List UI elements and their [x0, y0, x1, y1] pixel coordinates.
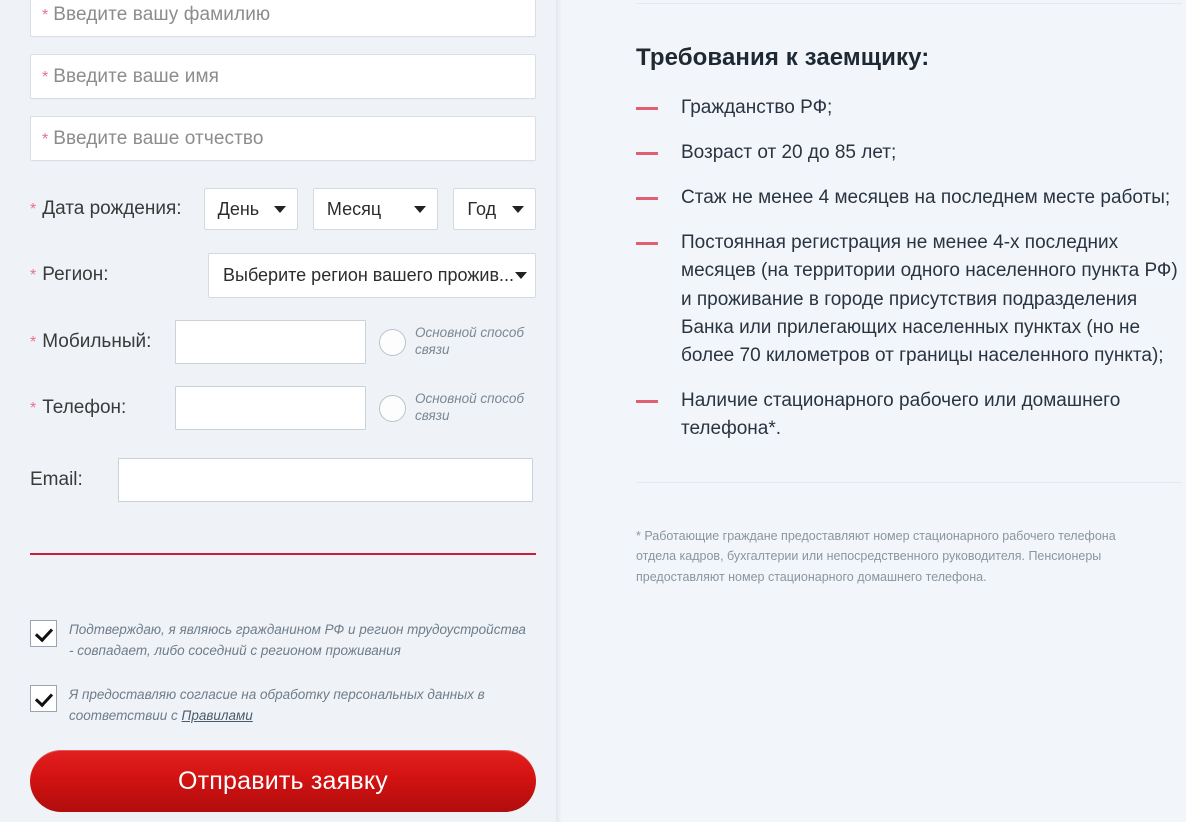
birthdate-label: * Дата рождения: [30, 198, 204, 220]
application-form-page: * Введите вашу фамилию * Введите ваше им… [0, 0, 1186, 822]
requirement-text: Постоянная регистрация не менее 4-х посл… [681, 232, 1178, 366]
mobile-label-text: Мобильный: [42, 331, 152, 352]
phone-radio-label: Основной способ связи [415, 391, 524, 423]
required-asterisk: * [30, 334, 37, 351]
requirements-title: Требования к заемщику: [636, 44, 930, 71]
region-select-value: Выберите регион вашего прожив... [223, 264, 515, 285]
mobile-radio-label: Основной способ связи [415, 325, 524, 357]
surname-placeholder: Введите вашу фамилию [53, 3, 271, 25]
birth-day-value: День [217, 198, 260, 219]
checkbox-icon[interactable] [30, 684, 57, 712]
patronymic-placeholder: Введите ваше отчество [53, 127, 264, 149]
requirements-content: Требования к заемщику: Гражданство РФ; В… [636, 0, 1182, 460]
requirement-text: Возраст от 20 до 85 лет; [681, 142, 897, 164]
email-label-text: Email: [30, 469, 83, 490]
dash-bullet-icon [636, 197, 658, 201]
required-asterisk: * [30, 201, 37, 218]
requirements-bottom-rule [636, 482, 1182, 483]
phone-input[interactable] [175, 386, 366, 430]
radio-icon[interactable] [379, 394, 406, 422]
consent-personal-data-prefix: Я предоставляю согласие на обработку пер… [69, 686, 485, 723]
form-panel: * Введите вашу фамилию * Введите ваше им… [0, 0, 560, 822]
requirement-item: Гражданство РФ; [636, 94, 1182, 122]
phone-row: * Телефон: Основной способ связи [30, 385, 536, 431]
birthdate-row: * Дата рождения: День Месяц Год [30, 181, 536, 237]
section-divider [30, 553, 536, 555]
requirements-panel: Требования к заемщику: Гражданство РФ; В… [562, 0, 1186, 822]
birth-month-select[interactable]: Месяц [312, 188, 439, 230]
birth-year-value: Год [467, 198, 497, 219]
region-label: * Регион: [30, 264, 208, 286]
region-row: * Регион: Выберите регион вашего прожив.… [30, 249, 536, 301]
form-content: * Введите вашу фамилию * Введите ваше им… [30, 0, 536, 813]
mobile-primary-contact-option[interactable]: Основной способ связи [379, 325, 525, 359]
checkbox-icon[interactable] [30, 620, 57, 647]
mobile-label: * Мобильный: [30, 331, 175, 353]
radio-icon[interactable] [379, 328, 406, 356]
email-label: Email: [30, 469, 118, 491]
region-select[interactable]: Выберите регион вашего прожив... [208, 252, 536, 298]
required-asterisk: * [30, 400, 37, 417]
mobile-input[interactable] [175, 320, 366, 364]
dash-bullet-icon [636, 152, 658, 156]
birthdate-label-text: Дата рождения: [42, 198, 182, 219]
requirement-text: Стаж не менее 4 месяцев на последнем мес… [681, 187, 1171, 209]
requirement-text: Наличие стационарного рабочего или домаш… [681, 389, 1121, 439]
chevron-down-icon [512, 205, 524, 213]
phone-label: * Телефон: [30, 397, 175, 419]
dash-bullet-icon [636, 242, 658, 246]
firstname-placeholder: Введите ваше имя [53, 65, 220, 87]
email-input[interactable] [118, 458, 533, 502]
required-asterisk: * [42, 68, 49, 86]
mobile-row: * Мобильный: Основной способ связи [30, 319, 536, 365]
patronymic-field[interactable]: * Введите ваше отчество [30, 116, 536, 161]
rules-link[interactable]: Правилами [182, 708, 253, 723]
consent-personal-data-text: Я предоставляю согласие на обработку пер… [69, 684, 529, 727]
requirement-item: Постоянная регистрация не менее 4-х посл… [636, 229, 1182, 370]
requirements-footnote: * Работающие граждане предоставляют номе… [636, 529, 1116, 584]
birth-year-select[interactable]: Год [453, 188, 536, 230]
phone-primary-contact-option[interactable]: Основной способ связи [379, 391, 525, 425]
requirement-item: Возраст от 20 до 85 лет; [636, 139, 1182, 167]
chevron-down-icon [414, 205, 427, 213]
surname-field[interactable]: * Введите вашу фамилию [30, 0, 536, 37]
chevron-down-icon [273, 205, 286, 213]
email-row: Email: [30, 457, 536, 503]
birth-month-value: Месяц [326, 198, 382, 219]
requirement-item: Наличие стационарного рабочего или домаш… [636, 387, 1182, 443]
consent-personal-data-row[interactable]: Я предоставляю согласие на обработку пер… [30, 684, 536, 727]
required-asterisk: * [30, 267, 37, 284]
consent-citizenship-text: Подтверждаю, я являюсь гражданином РФ и … [69, 622, 526, 659]
birth-day-select[interactable]: День [203, 188, 298, 230]
requirement-item: Стаж не менее 4 месяцев на последнем мес… [636, 184, 1182, 212]
requirements-list: Гражданство РФ; Возраст от 20 до 85 лет;… [636, 72, 1182, 443]
consent-citizenship-row[interactable]: Подтверждаю, я являюсь гражданином РФ и … [30, 619, 536, 662]
phone-label-text: Телефон: [42, 397, 127, 418]
consent-group: Подтверждаю, я являюсь гражданином РФ и … [30, 619, 536, 726]
dash-bullet-icon [636, 399, 658, 403]
requirement-text: Гражданство РФ; [681, 97, 833, 118]
firstname-field[interactable]: * Введите ваше имя [30, 54, 536, 99]
chevron-down-icon [515, 271, 528, 279]
dash-bullet-icon [636, 107, 658, 110]
region-label-text: Регион: [42, 264, 109, 285]
submit-application-button[interactable]: Отправить заявку [30, 750, 536, 813]
required-asterisk: * [42, 6, 49, 24]
required-asterisk: * [42, 130, 49, 148]
